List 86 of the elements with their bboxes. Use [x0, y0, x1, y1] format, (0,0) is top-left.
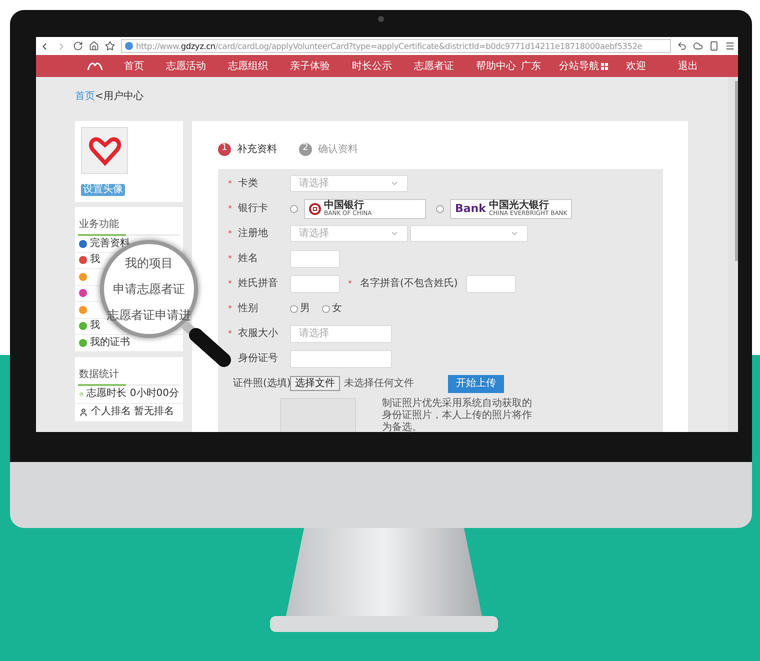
- field-label: 衣服大小: [238, 326, 278, 341]
- breadcrumb-current: 用户中心: [103, 90, 144, 104]
- menu-item[interactable]: 我的证书: [90, 338, 130, 348]
- heart-hand-icon: [88, 136, 120, 166]
- home-icon[interactable]: [89, 41, 99, 51]
- field-label: 银行卡: [238, 202, 268, 216]
- nav-link[interactable]: 首页: [124, 58, 144, 74]
- radio-button[interactable]: [290, 304, 298, 312]
- required-asterisk: *: [348, 278, 352, 290]
- magnifier-handle-drawing: [180, 320, 232, 368]
- chevron-down-icon: [390, 179, 399, 188]
- bank-name: 中国银行: [324, 200, 365, 210]
- required-asterisk: *: [228, 302, 233, 314]
- site-nav-link[interactable]: 分站导航: [559, 58, 599, 74]
- bank-mark: Bank: [455, 203, 486, 214]
- breadcrumb-link[interactable]: 首页: [75, 88, 95, 104]
- section-title: 数据统计: [79, 368, 119, 380]
- star-icon[interactable]: [105, 41, 115, 51]
- globe-icon: [125, 42, 133, 50]
- logo-icon: [86, 60, 104, 72]
- field-label: 身份证号: [238, 352, 278, 366]
- field-label: 注册地: [238, 226, 268, 241]
- radio-label: 女: [332, 302, 342, 316]
- step-label: 确认资料: [318, 142, 358, 156]
- photo-note: 制证照片优先采用系统自动获取的身份证照片，本人上传的照片将作为备选。: [382, 398, 532, 432]
- file-status: 未选择任何文件: [344, 376, 414, 391]
- stat-text: 个人排名 暂无排名: [91, 407, 174, 417]
- step-number: 2: [299, 142, 312, 156]
- required-asterisk: *: [228, 202, 233, 214]
- grid-icon: [601, 62, 608, 70]
- nav-link[interactable]: 亲子体验: [290, 58, 330, 74]
- radio-button[interactable]: [436, 204, 444, 212]
- input-field[interactable]: [290, 250, 340, 268]
- pin-icon: [79, 390, 84, 398]
- set-avatar-button[interactable]: 设置头像: [81, 184, 125, 196]
- welcome-text: 欢迎: [626, 60, 646, 74]
- person-icon: [79, 408, 88, 416]
- input-field[interactable]: [466, 274, 516, 292]
- field-label: 姓名: [238, 252, 258, 266]
- input-field[interactable]: [290, 274, 340, 292]
- bank-name: 中国光大银行: [488, 200, 550, 210]
- field-label: 性别: [238, 302, 258, 316]
- required-asterisk: *: [228, 328, 233, 340]
- upload-button[interactable]: 开始上传: [448, 374, 504, 392]
- reload-icon[interactable]: [73, 41, 83, 51]
- step-label: 补充资料: [237, 142, 277, 156]
- stat-text: 志愿时长 0小时00分: [86, 389, 179, 399]
- field-label: 卡类: [238, 176, 258, 191]
- nav-link[interactable]: 志愿组织: [228, 58, 268, 74]
- menu-item[interactable]: 我: [90, 321, 100, 332]
- required-asterisk: *: [228, 278, 233, 290]
- breadcrumb-separator: <: [95, 90, 104, 104]
- required-asterisk: *: [228, 178, 233, 190]
- url-text: http://www.gdzyz.cn/card/cardLog/applyVolunteerCard?type=applyCertificate&districtId=b0dc9771d14211e18718000aebf5352e: [136, 40, 642, 52]
- logout-link[interactable]: 退出: [678, 58, 698, 74]
- nav-link[interactable]: 时长公示: [352, 58, 392, 74]
- radio-button[interactable]: [322, 304, 330, 312]
- nav-link[interactable]: 帮助中心: [476, 58, 516, 74]
- field-label: 姓氏拼音: [238, 276, 278, 291]
- required-asterisk: *: [228, 228, 233, 240]
- radio-button[interactable]: [290, 204, 298, 212]
- input-field[interactable]: [290, 350, 392, 368]
- magnified-text: 我的项目: [125, 255, 173, 272]
- section-title: 业务功能: [79, 219, 119, 230]
- select-field[interactable]: [410, 225, 528, 242]
- chevron-down-icon: [390, 229, 399, 238]
- coin-logo-icon: [309, 202, 321, 214]
- region-link[interactable]: 广东: [521, 58, 541, 74]
- choose-file-button[interactable]: 选择文件: [290, 376, 340, 391]
- menu-icon[interactable]: [725, 41, 735, 51]
- menu-item[interactable]: 我: [90, 255, 100, 266]
- camera-icon: [378, 16, 384, 22]
- nav-link[interactable]: 志愿者证: [414, 58, 454, 74]
- cloud-icon[interactable]: [693, 41, 703, 51]
- chevron-down-icon: [510, 229, 519, 238]
- menu-item[interactable]: 完善资料: [90, 238, 130, 249]
- radio-label: 男: [300, 302, 310, 316]
- nav-link[interactable]: 志愿活动: [166, 58, 206, 74]
- undo-icon[interactable]: [677, 41, 687, 51]
- phone-icon[interactable]: [709, 41, 719, 51]
- field-label: 证件照(选填): [233, 376, 291, 391]
- required-asterisk: *: [228, 252, 233, 264]
- field-label: 名字拼音(不包含姓氏): [360, 276, 458, 291]
- step-number: 1: [218, 142, 231, 156]
- address-field[interactable]: http://www.gdzyz.cn/card/cardLog/applyVolunteerCard?type=applyCertificate&districtId=b0dc9771d14211e18718000aebf5352e: [121, 39, 671, 53]
- magnified-text: 申请志愿者证: [113, 281, 185, 298]
